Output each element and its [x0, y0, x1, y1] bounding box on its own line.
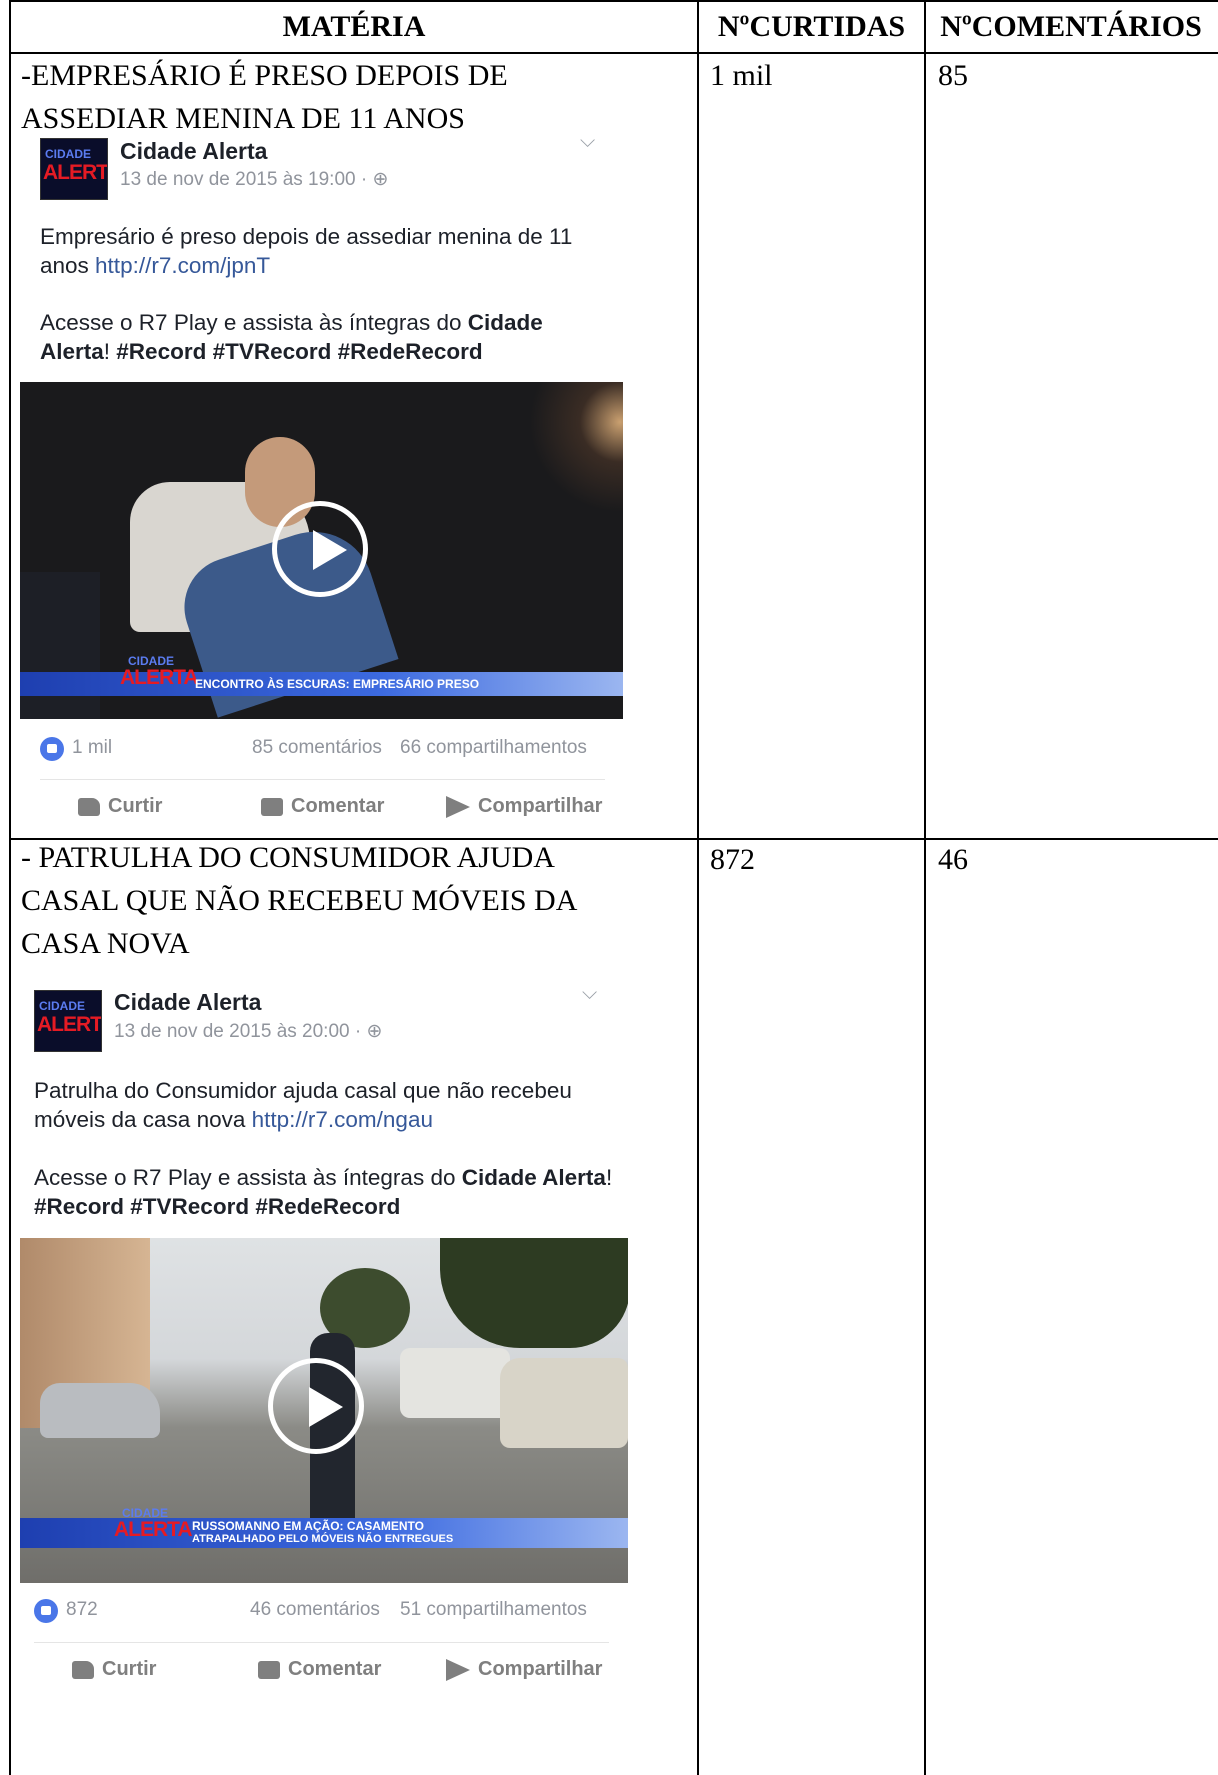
chevron-down-icon[interactable]: ⌵ — [580, 130, 595, 153]
video-scene-car-right — [400, 1348, 510, 1418]
comments-count[interactable]: 85 comentários — [252, 737, 382, 759]
cta-page-name[interactable]: Cidade Alerta — [462, 1165, 606, 1190]
likes-count[interactable]: 1 mil — [72, 737, 112, 759]
shares-count[interactable]: 66 compartilhamentos — [400, 737, 587, 759]
thumbs-up-icon — [72, 1660, 94, 1679]
comment-button[interactable]: Comentar — [258, 1658, 381, 1681]
comment-icon — [261, 797, 283, 816]
cta-text: Acesse o R7 Play e assista às íntegras d… — [34, 1165, 462, 1190]
table-border — [9, 0, 1218, 2]
play-button-icon[interactable] — [268, 1358, 364, 1454]
header-comentarios: NºCOMENTÁRIOS — [940, 10, 1202, 43]
logo-text-top: CIDADE — [45, 147, 92, 161]
row2-comentarios: 46 — [938, 843, 968, 876]
page-logo: CIDADE ALERTA — [40, 138, 108, 200]
video-banner-text-line1: RUSSOMANNO EM AÇÃO: CASAMENTO — [192, 1519, 425, 1533]
post-text: Empresário é preso depois de assediar me… — [40, 222, 610, 280]
header-materia: MATÉRIA — [282, 10, 426, 43]
post-cta: Acesse o R7 Play e assista às íntegras d… — [40, 308, 610, 366]
share-arrow-icon — [446, 795, 470, 818]
post-date[interactable]: 13 de nov de 2015 às 19:00 · ⊕ — [120, 168, 388, 191]
row1-comentarios: 85 — [938, 59, 968, 92]
comment-button[interactable]: Comentar — [261, 795, 384, 818]
share-button[interactable]: Compartilhar — [446, 1658, 602, 1681]
banner-logo: ALERTA — [120, 666, 199, 689]
cta-suffix: ! — [605, 1165, 613, 1190]
post-link[interactable]: http://r7.com/ngau — [252, 1107, 433, 1132]
likes-count[interactable]: 872 — [66, 1599, 98, 1621]
page-name[interactable]: Cidade Alerta — [114, 989, 261, 1016]
share-label: Compartilhar — [478, 1658, 603, 1680]
table-border — [9, 0, 11, 1775]
facebook-post: CIDADE ALERTA Cidade Alerta 13 de nov de… — [20, 982, 630, 1682]
like-button[interactable]: Curtir — [72, 1658, 156, 1681]
video-banner-text: ENCONTRO ÀS ESCURAS: EMPRESÁRIO PRESO — [195, 677, 480, 691]
like-label: Curtir — [108, 795, 163, 817]
play-button-icon[interactable] — [272, 501, 368, 597]
divider — [40, 779, 605, 780]
cta-text: Acesse o R7 Play e assista às íntegras d… — [40, 310, 468, 335]
page-name[interactable]: Cidade Alerta — [120, 138, 267, 165]
chevron-down-icon[interactable]: ⌵ — [582, 982, 597, 1005]
share-button[interactable]: Compartilhar — [446, 795, 602, 818]
facebook-post: CIDADE ALERTA Cidade Alerta 13 de nov de… — [20, 130, 625, 830]
video-banner-text-line2: ATRAPALHADO PELO MÓVEIS NÃO ENTREGUES — [192, 1533, 454, 1545]
row2-curtidas: 872 — [710, 843, 755, 876]
video-thumbnail[interactable]: CIDADE ALERTA RUSSOMANNO EM AÇÃO: CASAME… — [20, 1238, 628, 1583]
video-scene-car-left — [40, 1383, 160, 1438]
post-date[interactable]: 13 de nov de 2015 às 20:00 · ⊕ — [114, 1020, 382, 1043]
table-border — [697, 0, 699, 1775]
video-scene-trees-right — [440, 1238, 628, 1348]
row2-title-line1: - PATRULHA DO CONSUMIDOR AJUDA — [21, 841, 555, 874]
logo-text-top: CIDADE — [39, 999, 86, 1013]
video-scene-jacket — [20, 572, 100, 719]
post-text: Patrulha do Consumidor ajuda casal que n… — [34, 1076, 619, 1134]
shares-count[interactable]: 51 compartilhamentos — [400, 1599, 587, 1621]
post-link[interactable]: http://r7.com/jpnT — [95, 253, 270, 278]
comment-icon — [258, 1660, 280, 1679]
like-button[interactable]: Curtir — [78, 795, 162, 818]
hashtags[interactable]: #Record #TVRecord #RedeRecord — [116, 339, 482, 364]
page-logo: CIDADE ALERTA — [34, 990, 102, 1052]
row2-title-line2: CASAL QUE NÃO RECEBEU MÓVEIS DA — [21, 884, 578, 917]
logo-text-bottom: ALERTA — [43, 161, 107, 184]
like-label: Curtir — [102, 1658, 157, 1680]
like-icon — [34, 1599, 58, 1623]
header-curtidas: NºCURTIDAS — [717, 10, 906, 43]
comment-label: Comentar — [291, 795, 385, 817]
row1-curtidas: 1 mil — [710, 59, 773, 92]
hashtags[interactable]: #Record #TVRecord #RedeRecord — [34, 1194, 400, 1219]
comment-label: Comentar — [288, 1658, 382, 1680]
table-border — [924, 0, 926, 1775]
thumbs-up-icon — [78, 797, 100, 816]
like-icon — [40, 737, 64, 761]
row1-title-line1: -EMPRESÁRIO É PRESO DEPOIS DE — [21, 59, 508, 92]
share-arrow-icon — [446, 1658, 470, 1681]
post-cta: Acesse o R7 Play e assista às íntegras d… — [34, 1163, 619, 1221]
logo-text-bottom: ALERTA — [37, 1013, 101, 1036]
row2-title-line3: CASA NOVA — [21, 927, 190, 960]
divider — [34, 1642, 609, 1643]
cta-suffix: ! — [103, 339, 117, 364]
video-thumbnail[interactable]: CIDADE ALERTA ENCONTRO ÀS ESCURAS: EMPRE… — [20, 382, 623, 719]
share-label: Compartilhar — [478, 795, 603, 817]
banner-logo: ALERTA — [114, 1518, 193, 1541]
comments-count[interactable]: 46 comentários — [250, 1599, 380, 1621]
video-scene-car-right2 — [500, 1358, 628, 1448]
